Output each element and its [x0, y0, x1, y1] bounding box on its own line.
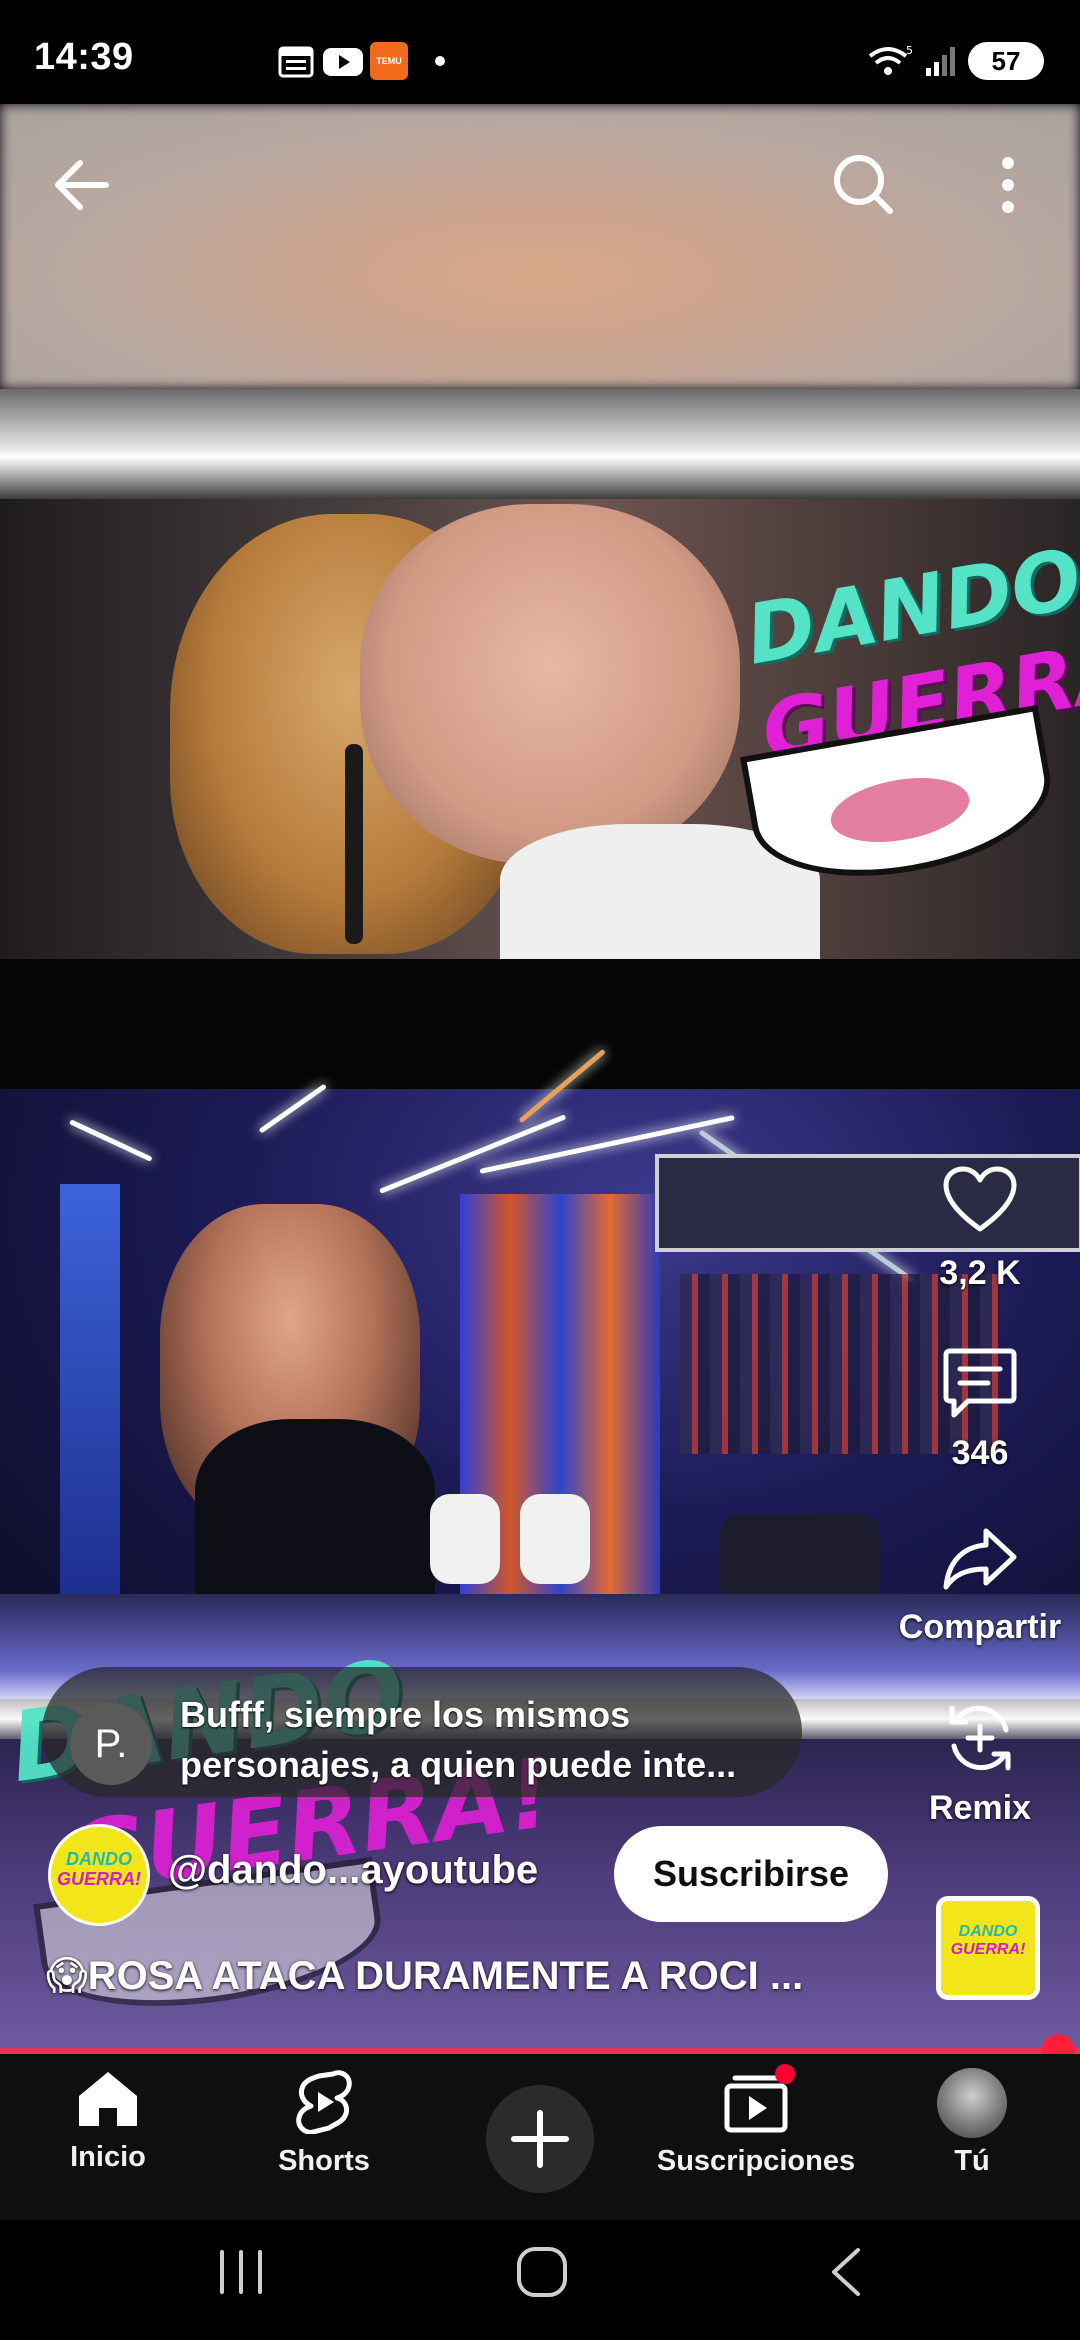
sound-thumbnail[interactable]: DANDO GUERRA! [936, 1896, 1040, 2000]
youtube-icon [323, 48, 363, 76]
temu-icon: TEMU [370, 42, 408, 80]
stage-pillar [60, 1184, 120, 1634]
subscriptions-badge [775, 2064, 795, 2084]
comment-count: 346 [951, 1434, 1009, 1472]
calendar-icon [278, 46, 314, 78]
status-bar [0, 0, 1080, 104]
video-frame-gap [0, 959, 1080, 1089]
status-time: 14:39 [34, 36, 134, 78]
share-label: Compartir [898, 1608, 1062, 1646]
video-frame-blurred [0, 104, 1080, 389]
comment-avatar: P. [70, 1703, 152, 1785]
microphone [345, 744, 363, 944]
nav-subscriptions-label: Suscripciones [656, 2145, 856, 2177]
signal-icon [926, 47, 955, 76]
nav-shorts[interactable]: Shorts [216, 2068, 432, 2178]
comment-line-2: personajes, a quien puede inte... [180, 1744, 737, 1785]
nav-subscriptions[interactable]: Suscripciones [648, 2064, 864, 2178]
create-button[interactable] [486, 2085, 594, 2193]
video-title[interactable]: 😱ROSA ATACA DURAMENTE A ROCI ... [46, 1953, 803, 1999]
video-person-face [360, 504, 740, 864]
more-options-icon[interactable] [968, 145, 1048, 225]
back-system-icon[interactable] [822, 2244, 872, 2300]
home-icon [79, 2072, 137, 2126]
home-system-icon[interactable] [512, 2244, 572, 2300]
comment-text: Bufff, siempre los mismos personajes, a … [180, 1690, 780, 1790]
nav-you[interactable]: Tú [864, 2068, 1080, 2178]
sound-thumb-line-1: DANDO [958, 1923, 1018, 1940]
channel-avatar[interactable]: DANDO GUERRA! [48, 1824, 150, 1926]
subscribe-button[interactable]: Suscribirse [614, 1826, 888, 1922]
share-icon [943, 1528, 1017, 1590]
more-notifications-dot [435, 56, 445, 66]
channel-handle[interactable]: @dando...ayoutube [168, 1848, 538, 1893]
remix-icon [949, 1705, 1011, 1771]
channel-avatar-line-2: GUERRA! [57, 1869, 141, 1889]
comments-button[interactable]: 346 [880, 1345, 1080, 1473]
stage-chair-2 [520, 1494, 590, 1584]
comment-line-1: Bufff, siempre los mismos [180, 1694, 631, 1735]
comment-icon [943, 1348, 1017, 1418]
sound-thumb-line-2: GUERRA! [950, 1941, 1026, 1958]
profile-avatar [937, 2068, 1007, 2138]
share-button[interactable]: Compartir [880, 1525, 1080, 1647]
video-screen-dress [195, 1419, 435, 1599]
heart-icon [943, 1166, 1017, 1232]
shorts-icon [296, 2070, 352, 2135]
nav-home-label: Inicio [70, 2141, 146, 2173]
nav-shorts-label: Shorts [278, 2145, 370, 2177]
nav-home[interactable]: Inicio [0, 2068, 216, 2174]
wifi-icon: 5 [868, 44, 913, 75]
stage-guests [720, 1514, 880, 1604]
video-frame-band [0, 389, 1080, 499]
channel-avatar-line-1: DANDO [66, 1849, 132, 1869]
plus-icon [511, 2110, 569, 2168]
like-button[interactable]: 3,2 K [880, 1165, 1080, 1293]
stage-chair-1 [430, 1494, 500, 1584]
search-icon[interactable] [824, 145, 904, 225]
remix-label: Remix [928, 1789, 1032, 1827]
recent-apps-icon[interactable] [208, 2246, 274, 2298]
svg-text:5: 5 [906, 44, 913, 57]
nav-you-label: Tú [954, 2145, 990, 2177]
remix-button[interactable]: Remix [880, 1700, 1080, 1828]
like-count: 3,2 K [939, 1254, 1021, 1292]
battery-indicator: 57 [968, 42, 1044, 80]
back-arrow-icon[interactable] [44, 145, 124, 225]
